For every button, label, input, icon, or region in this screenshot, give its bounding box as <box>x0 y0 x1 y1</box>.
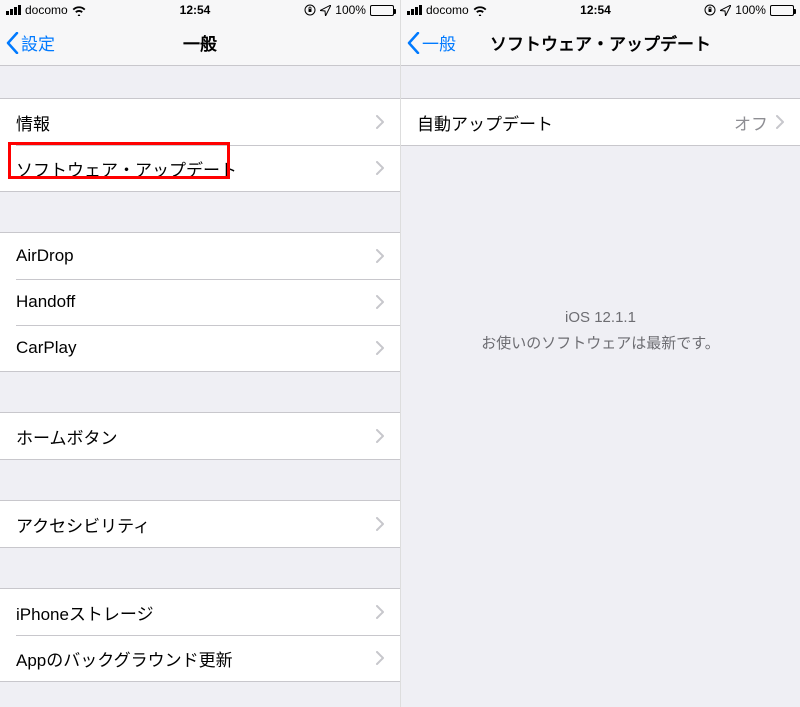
row-software-update[interactable]: ソフトウェア・アップデート <box>0 145 400 191</box>
wifi-icon <box>72 5 86 16</box>
content-area[interactable]: 自動アップデート オフ iOS 12.1.1 お使いのソフトウェアは最新です。 <box>401 66 800 707</box>
page-title: ソフトウェア・アップデート <box>401 30 800 55</box>
battery-pct: 100% <box>735 3 766 17</box>
ios-version: iOS 12.1.1 <box>421 306 780 330</box>
chevron-right-icon <box>376 429 384 443</box>
auto-update-value: オフ <box>734 110 768 135</box>
update-status-message: iOS 12.1.1 お使いのソフトウェアは最新です。 <box>401 306 800 356</box>
signal-icon <box>407 5 422 15</box>
chevron-right-icon <box>376 651 384 665</box>
chevron-right-icon <box>376 161 384 175</box>
list-group-4: アクセシビリティ <box>0 500 400 548</box>
phone-screen-general: docomo 12:54 100% 設定 一般 情報 <box>0 0 400 707</box>
back-button[interactable]: 一般 <box>401 30 456 55</box>
orientation-lock-icon <box>704 4 716 16</box>
chevron-right-icon <box>776 115 784 129</box>
chevron-right-icon <box>376 115 384 129</box>
clock: 12:54 <box>580 3 611 17</box>
list-group-3: ホームボタン <box>0 412 400 460</box>
back-label: 設定 <box>21 30 55 55</box>
page-title: 一般 <box>0 30 400 55</box>
wifi-icon <box>473 5 487 16</box>
chevron-left-icon <box>6 32 19 54</box>
carrier-label: docomo <box>426 3 469 17</box>
content-area[interactable]: 情報 ソフトウェア・アップデート AirDrop Handoff CarPlay <box>0 66 400 707</box>
clock: 12:54 <box>180 3 211 17</box>
carrier-label: docomo <box>25 3 68 17</box>
list-group-2: AirDrop Handoff CarPlay <box>0 232 400 372</box>
up-to-date-text: お使いのソフトウェアは最新です。 <box>481 335 720 352</box>
back-button[interactable]: 設定 <box>0 30 55 55</box>
status-bar: docomo 12:54 100% <box>0 0 400 20</box>
status-bar: docomo 12:54 100% <box>401 0 800 20</box>
row-iphone-storage[interactable]: iPhoneストレージ <box>0 589 400 635</box>
row-home-button[interactable]: ホームボタン <box>0 413 400 459</box>
chevron-right-icon <box>376 295 384 309</box>
row-handoff[interactable]: Handoff <box>0 279 400 325</box>
battery-icon <box>370 5 394 16</box>
battery-pct: 100% <box>335 3 366 17</box>
chevron-right-icon <box>376 341 384 355</box>
back-label: 一般 <box>422 30 456 55</box>
list-group-1: 情報 ソフトウェア・アップデート <box>0 98 400 192</box>
list-group-auto-update: 自動アップデート オフ <box>401 98 800 146</box>
list-group-5: iPhoneストレージ Appのバックグラウンド更新 <box>0 588 400 682</box>
row-accessibility[interactable]: アクセシビリティ <box>0 501 400 547</box>
chevron-right-icon <box>376 249 384 263</box>
location-icon <box>720 5 731 16</box>
location-icon <box>320 5 331 16</box>
orientation-lock-icon <box>304 4 316 16</box>
chevron-right-icon <box>376 605 384 619</box>
row-carplay[interactable]: CarPlay <box>0 325 400 371</box>
chevron-right-icon <box>376 517 384 531</box>
row-background-refresh[interactable]: Appのバックグラウンド更新 <box>0 635 400 681</box>
phone-screen-software-update: docomo 12:54 100% 一般 ソフトウェア・アップデート <box>400 0 800 707</box>
chevron-left-icon <box>407 32 420 54</box>
nav-bar: 設定 一般 <box>0 20 400 66</box>
battery-icon <box>770 5 794 16</box>
signal-icon <box>6 5 21 15</box>
row-airdrop[interactable]: AirDrop <box>0 233 400 279</box>
nav-bar: 一般 ソフトウェア・アップデート <box>401 20 800 66</box>
row-auto-update[interactable]: 自動アップデート オフ <box>401 99 800 145</box>
row-about[interactable]: 情報 <box>0 99 400 145</box>
